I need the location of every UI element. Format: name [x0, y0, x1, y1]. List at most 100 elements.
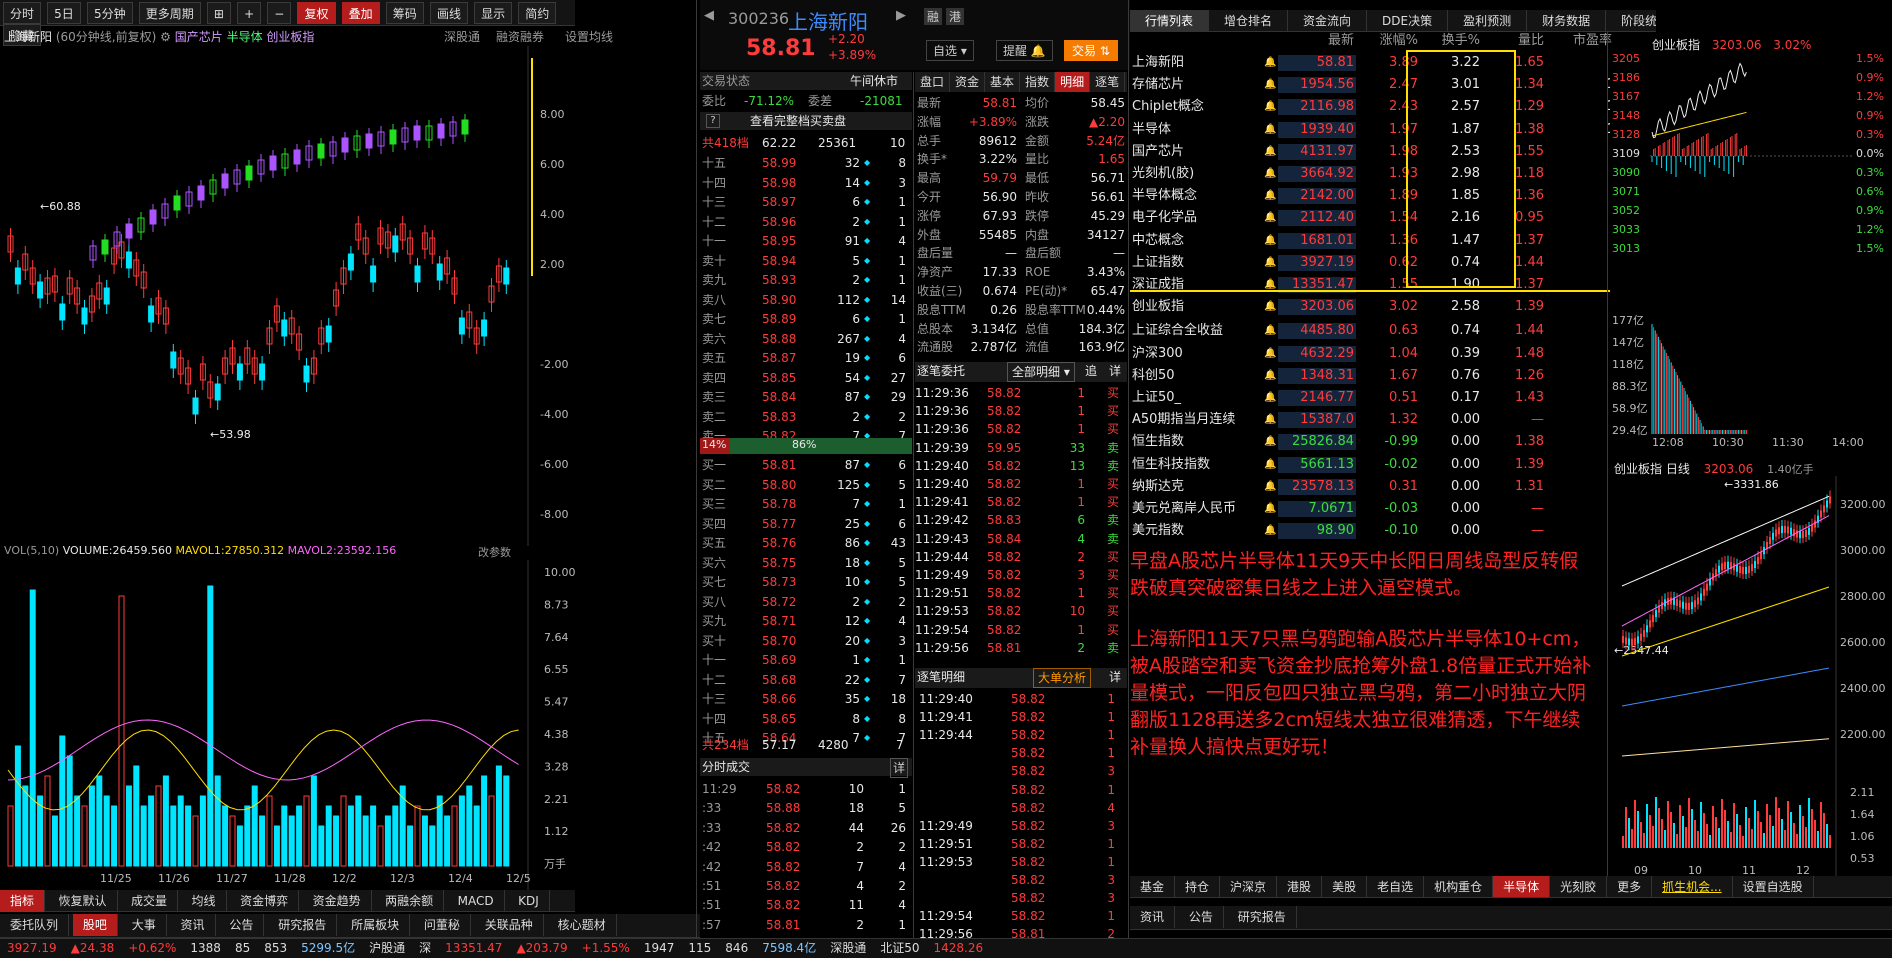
fullscreen-icon[interactable]: ⊞ — [206, 2, 231, 24]
buy-level[interactable]: 买十 58.70 20 ◆ 3 — [700, 632, 912, 650]
quote-row[interactable]: 恒生科技指数 🔔 5661.13 -0.02 0.00 1.39 — [1130, 454, 1656, 476]
quote-row[interactable]: 美元兑离岸人民币 🔔 7.0671 -0.03 0.00 — — [1130, 498, 1656, 520]
adjust-button[interactable]: 复权 — [297, 2, 336, 24]
quote-row[interactable]: 上海新阳🔔58.813.893.221.6565.47 — [1130, 52, 1656, 74]
period-5day[interactable]: 5日 — [47, 2, 81, 24]
watchlist-button[interactable]: 自选 ▾ — [926, 40, 974, 61]
ind-tab-indicator[interactable]: 指标 — [0, 890, 46, 912]
quote-tab[interactable]: 盈利预测 — [1448, 10, 1528, 31]
buy-level[interactable]: 十一 58.69 1 ◆ 1 — [700, 651, 912, 669]
tick-detail-button[interactable]: 详 — [1109, 362, 1121, 380]
big-order-button[interactable]: 大单分析 — [1033, 668, 1092, 688]
sell-level[interactable]: 十五 58.99 32 ◆ 8 — [700, 154, 912, 172]
sector-tab[interactable]: 半导体 — [1493, 876, 1551, 897]
tab-announcements[interactable]: 公告 — [219, 914, 265, 936]
quote-row[interactable]: 深证成指🔔13351.471.551.901.37— — [1130, 274, 1656, 296]
sell-level[interactable]: 十二 58.96 2 ◆ 1 — [700, 213, 912, 231]
period-5min[interactable]: 5分钟 — [86, 2, 133, 24]
overlay-button[interactable]: 叠加 — [341, 2, 380, 24]
quote-tab[interactable]: 增仓排名 — [1209, 10, 1289, 31]
buy-level[interactable]: 买七 58.73 10 ◆ 5 — [700, 573, 912, 591]
ind-tab-volume[interactable]: 成交量 — [121, 890, 179, 912]
quote-row[interactable]: A50期指当月连续 🔔 15387.0 1.32 0.00 — — [1130, 409, 1656, 431]
quote-tab[interactable]: DDE决策 — [1367, 10, 1449, 31]
quote-tab[interactable]: 阶段统计 — [1606, 10, 1656, 31]
mini-daily-chart[interactable]: 3200.00 3000.00 2800.00 2600.00 2400.00 2200.… — [1610, 476, 1892, 880]
prev-stock-icon[interactable]: ◀ — [704, 8, 714, 23]
sell-level[interactable]: 十三 58.97 6 ◆ 1 — [700, 193, 912, 211]
buy-level[interactable]: 十二 58.68 22 ◆ 7 — [700, 671, 912, 689]
buy-level[interactable]: 买五 58.76 86 ◆ 43 — [700, 534, 912, 552]
zoom-in-icon[interactable]: + — [237, 2, 262, 24]
full-book-link[interactable]: 查看完整档买卖盘 — [750, 112, 846, 130]
pankou-tab[interactable]: 指数 — [1020, 72, 1056, 92]
tab-mid-research[interactable]: 研究报告 — [1228, 906, 1297, 928]
sector-tab[interactable]: 基金 — [1130, 876, 1176, 897]
ind-tab-macd[interactable]: MACD — [448, 890, 505, 912]
tab-events[interactable]: 大事 — [122, 914, 167, 936]
quote-row[interactable]: 上证50_🔔2146.770.510.171.4311.91 — [1130, 387, 1656, 409]
quote-tab[interactable]: 财务数据 — [1527, 10, 1607, 31]
sector-tab[interactable]: 美股 — [1322, 876, 1368, 897]
tab-mid-news[interactable]: 资讯 — [1130, 906, 1176, 928]
quote-row[interactable]: 国产芯片🔔4131.971.982.531.5557.39 — [1130, 141, 1656, 163]
sector-tab[interactable]: 抓生机会... — [1652, 876, 1733, 897]
quote-row[interactable]: 恒生指数 🔔 25826.84 -0.99 0.00 1.38 — [1130, 431, 1656, 453]
settings-icon[interactable]: ⚙ — [160, 30, 171, 44]
kline-link-margin[interactable]: 融资融券 — [496, 28, 544, 45]
tab-order-queue[interactable]: 委托队列 — [0, 914, 70, 936]
sell-level[interactable]: 十一 58.95 91 ◆ 4 — [700, 232, 912, 250]
ind-tab-margin[interactable]: 两融余额 — [375, 890, 445, 912]
sell-level[interactable]: 卖九 58.93 2 ◆ 1 — [700, 271, 912, 289]
ind-tab-kdj[interactable]: KDJ — [508, 890, 550, 912]
quote-row[interactable]: 创业板指🔔3203.063.022.581.39— — [1130, 296, 1656, 318]
period-intraday[interactable]: 分时 — [3, 2, 42, 24]
volume-chart[interactable]: 10.00 8.73 7.64 6.55 5.47 4.38 3.28 2.21 1.12 万手 1… — [0, 560, 575, 890]
tab-core-topics[interactable]: 核心题材 — [548, 914, 617, 936]
buy-level[interactable]: 买八 58.72 2 ◆ 2 — [700, 593, 912, 611]
tick-filter-select[interactable]: 全部明细 ▾ — [1007, 362, 1075, 382]
sell-level[interactable]: 卖三 58.84 87 ◆ 29 — [700, 388, 912, 406]
kline-chart[interactable]: 8.006.004.002.00-2.00-4.00-6.00-8.00-10.… — [0, 46, 575, 546]
pankou-tab[interactable]: 基本 — [985, 72, 1021, 92]
chips-button[interactable]: 筹码 — [385, 2, 424, 24]
buy-level[interactable]: 买九 58.71 12 ◆ 4 — [700, 612, 912, 630]
buy-level[interactable]: 买一 58.81 87 ◆ 6 — [700, 456, 912, 474]
quote-row[interactable]: 中芯概念🔔1681.011.361.471.3799.79 — [1130, 230, 1656, 252]
intraday-detail-button[interactable]: 详 — [890, 758, 909, 778]
buy-level[interactable]: 买三 58.78 7 ◆ 1 — [700, 495, 912, 513]
tab-news[interactable]: 资讯 — [171, 914, 216, 936]
sell-level[interactable]: 卖二 58.83 2 ◆ 2 — [700, 408, 912, 426]
tab-forum[interactable]: 股吧 — [72, 914, 118, 936]
quote-row[interactable]: 沪深300 🔔 4632.29 1.04 0.39 1.48 — [1130, 343, 1656, 365]
quote-row[interactable]: 半导体概念🔔2142.001.891.851.3682.67 — [1130, 185, 1656, 207]
kline-link-ma[interactable]: 设置均线 — [565, 28, 613, 45]
period-more[interactable]: 更多周期 — [138, 2, 201, 24]
quote-tab[interactable]: 资金流向 — [1288, 10, 1368, 31]
quote-row[interactable]: 存储芯片🔔1954.562.473.011.34173.36 — [1130, 74, 1656, 96]
pankou-tab[interactable]: 逐笔 — [1090, 72, 1126, 92]
quote-row[interactable]: 纳斯达克 🔔 23578.13 0.31 0.00 1.31 — [1130, 476, 1656, 498]
tick-details-detail[interactable]: 详 — [1109, 668, 1121, 686]
next-stock-icon[interactable]: ▶ — [896, 8, 906, 23]
buy-level[interactable]: 十三 58.66 35 ◆ 18 — [700, 690, 912, 708]
simple-button[interactable]: 简约 — [518, 2, 557, 24]
sell-level[interactable]: 卖七 58.89 6 ◆ 1 — [700, 310, 912, 328]
sell-level[interactable]: 卖五 58.87 19 ◆ 6 — [700, 349, 912, 367]
buy-level[interactable]: 十四 58.65 8 ◆ 8 — [700, 710, 912, 728]
concept-tag-chip[interactable]: 国产芯片 — [175, 30, 223, 44]
pankou-tab[interactable]: 盘口 — [915, 72, 951, 92]
ind-tab-fund-trend[interactable]: 资金趋势 — [303, 890, 372, 912]
trade-button[interactable]: 交易 ⇅ — [1064, 40, 1118, 61]
quote-row[interactable]: 美元指数 🔔 98.90 -0.10 0.00 — — [1130, 520, 1656, 542]
sector-tab[interactable]: 老自选 — [1367, 876, 1425, 897]
sector-tab[interactable]: 光刻胶 — [1550, 876, 1608, 897]
sector-tab[interactable]: 设置自选股 — [1733, 876, 1814, 897]
sector-tab[interactable]: 更多 — [1607, 876, 1653, 897]
concept-tag-semi[interactable]: 半导体 — [227, 30, 263, 44]
quote-row[interactable]: 上证综合全收益 🔔 4485.80 0.63 0.74 1.44 — [1130, 320, 1656, 342]
sector-tab[interactable]: 持仓 — [1175, 876, 1221, 897]
quote-row[interactable]: 科创50 🔔 1348.31 1.67 0.76 1.26 — [1130, 365, 1656, 387]
sell-level[interactable]: 卖六 58.88 267 ◆ 4 — [700, 330, 912, 348]
draw-button[interactable]: 画线 — [429, 2, 468, 24]
